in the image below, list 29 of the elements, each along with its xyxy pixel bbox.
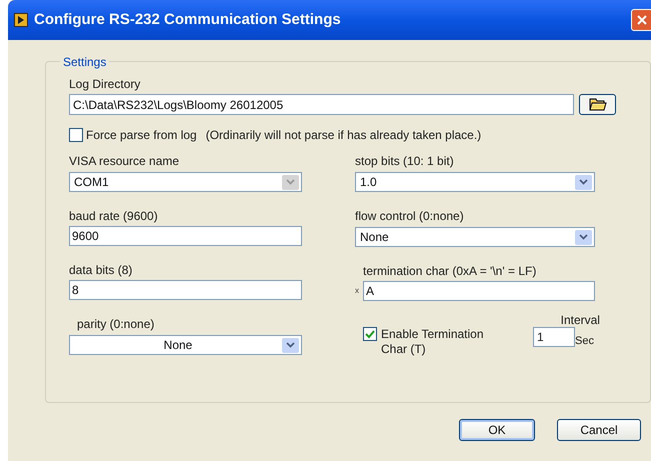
dropdown[interactable]: None [69, 335, 302, 355]
field-label: data bits (8) [69, 262, 134, 278]
checkbox-label: Force parse from log [86, 127, 197, 144]
dropdown-value: 1.0 [360, 174, 378, 191]
dropdown[interactable]: 1.0 [355, 172, 595, 192]
field-label: VISA resource name [69, 153, 180, 169]
field-label: baud rate (9600) [69, 208, 159, 224]
dropdown-value: None [360, 229, 390, 246]
input-field[interactable]: A [363, 281, 595, 301]
field-label: termination char (0xA = '\n' = LF) [362, 263, 538, 279]
note-text: (Ordinarily will not parse if has already taken place.) [206, 127, 482, 144]
path-field[interactable]: C:\Data\RS232\Logs\Bloomy 26012005 [69, 94, 574, 115]
field-label: Log Directory [69, 76, 142, 92]
window-title: Configure RS-232 Communication Settings [34, 10, 341, 30]
interval-label: Interval [560, 313, 600, 327]
input-field[interactable]: 9600 [69, 226, 302, 246]
dropdown-value: None [162, 337, 194, 354]
unit-label: Sec [575, 335, 594, 347]
dialog-button[interactable]: Cancel [557, 419, 641, 441]
checkbox-label: Enable Termination Char (T) [381, 327, 485, 357]
field-label: flow control (0:none) [355, 208, 465, 224]
interval-field[interactable]: 1 [533, 327, 575, 347]
dialog-button[interactable]: OK [459, 419, 535, 441]
field-label: parity (0:none) [76, 316, 156, 332]
field-label: stop bits (10: 1 bit) [355, 153, 455, 169]
input-field[interactable]: 8 [69, 280, 302, 300]
dropdown-value: COM1 [74, 174, 110, 191]
dropdown[interactable]: None [355, 227, 595, 247]
radix-indicator: x [355, 285, 360, 297]
